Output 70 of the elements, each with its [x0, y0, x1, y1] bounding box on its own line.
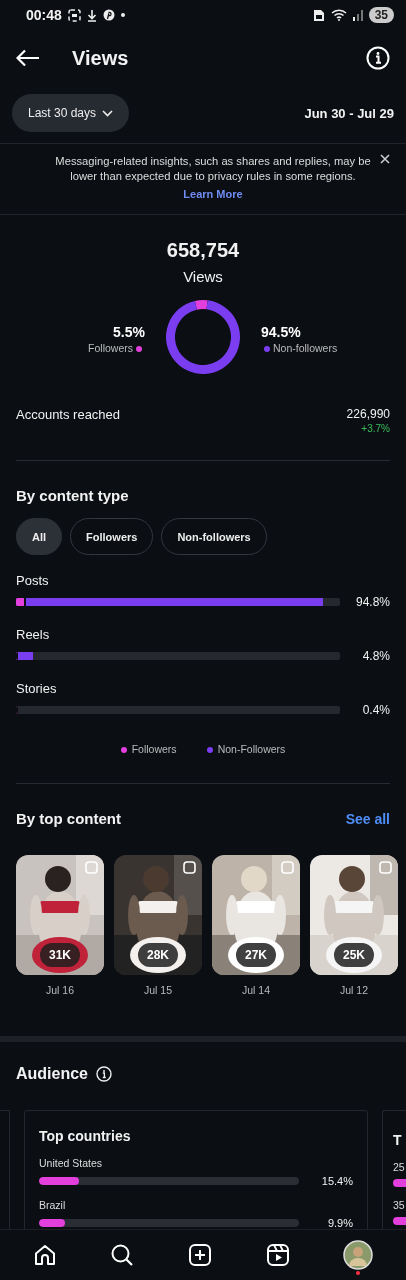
content-type-label: Stories	[16, 681, 57, 696]
content-type-label: Posts	[16, 573, 49, 588]
home-icon[interactable]	[32, 1243, 57, 1267]
percent-value: 94.8%	[354, 595, 390, 609]
views-total: 658,754	[165, 239, 241, 262]
square-icon	[379, 861, 392, 874]
section-title: By top content	[16, 810, 121, 827]
legend-dot	[120, 747, 127, 754]
country-name: Brazil	[39, 1199, 66, 1211]
post-date: Jul 14	[242, 984, 270, 996]
change-percent: +3.7%	[360, 423, 390, 434]
post-date: Jul 15	[144, 984, 172, 996]
chevron-down-icon	[102, 109, 114, 117]
sim-card-icon	[312, 8, 325, 22]
pin-logo-icon	[102, 9, 115, 21]
see-all-link[interactable]: See all	[345, 810, 390, 827]
followers-label: Followers	[88, 342, 133, 354]
accounts-reached-label: Accounts reached	[16, 407, 121, 424]
back-arrow-icon[interactable]	[16, 49, 40, 67]
content-type-label: Reels	[16, 627, 50, 642]
views-label: Views	[182, 268, 224, 285]
info-icon[interactable]	[96, 1066, 112, 1082]
row-label: 25	[393, 1161, 405, 1173]
date-range-text: Jun 30 - Jul 29	[304, 105, 394, 121]
page-title: Views	[72, 46, 130, 70]
section-title: Audience	[16, 1065, 88, 1083]
non-followers-percent: 94.5%	[261, 324, 302, 340]
learn-more-link[interactable]: Learn More	[183, 188, 243, 200]
card-title: T	[393, 1132, 402, 1148]
screenshot-icon	[67, 8, 81, 22]
square-icon	[281, 861, 294, 874]
percent-value: 9.9%	[326, 1217, 353, 1229]
post-thumbnail[interactable]: 31K	[16, 855, 104, 975]
row-label: 35	[393, 1199, 405, 1211]
download-icon	[86, 8, 97, 22]
legend-dot	[264, 346, 270, 353]
profile-avatar[interactable]	[343, 1240, 374, 1270]
notification-dot	[356, 1271, 361, 1275]
post-thumbnail[interactable]: 28K	[114, 855, 202, 975]
search-icon[interactable]	[110, 1243, 135, 1267]
country-name: United States	[39, 1157, 103, 1169]
reels-icon[interactable]	[265, 1243, 290, 1267]
post-date: Jul 16	[46, 984, 74, 996]
close-icon[interactable]	[380, 154, 390, 164]
legend-label: Followers	[131, 743, 177, 755]
signal-icon	[352, 9, 363, 21]
percent-value: 0.4%	[361, 703, 390, 717]
percent-value: 4.8%	[361, 649, 390, 663]
post-thumbnail[interactable]: 25K	[310, 855, 398, 975]
legend-dot	[206, 747, 213, 754]
square-icon	[85, 861, 98, 874]
wifi-icon	[330, 9, 347, 21]
percent-value: 15.4%	[320, 1175, 353, 1187]
filter-chip[interactable]: All	[16, 518, 63, 555]
legend-dot	[136, 346, 142, 353]
non-followers-label: Non-followers	[273, 342, 338, 354]
followers-percent: 5.5%	[112, 324, 145, 340]
square-icon	[183, 861, 196, 874]
card-title: Top countries	[39, 1128, 131, 1144]
dot-icon	[120, 13, 125, 17]
post-thumbnail[interactable]: 27K	[212, 855, 300, 975]
date-range-dropdown[interactable]: Last 30 days	[12, 94, 130, 132]
legend-label: Non-Followers	[217, 743, 286, 755]
plus-icon[interactable]	[188, 1243, 212, 1267]
accounts-reached-value: 226,990	[346, 407, 390, 421]
post-date: Jul 12	[340, 984, 368, 996]
privacy-notice: Messaging-related insights, such as shares and replies, may be lower than expected due to privacy rules in some regions.	[54, 154, 372, 184]
section-title: By content type	[16, 487, 130, 504]
battery-level: 35	[368, 7, 394, 23]
clock-time: 00:48	[26, 7, 62, 23]
